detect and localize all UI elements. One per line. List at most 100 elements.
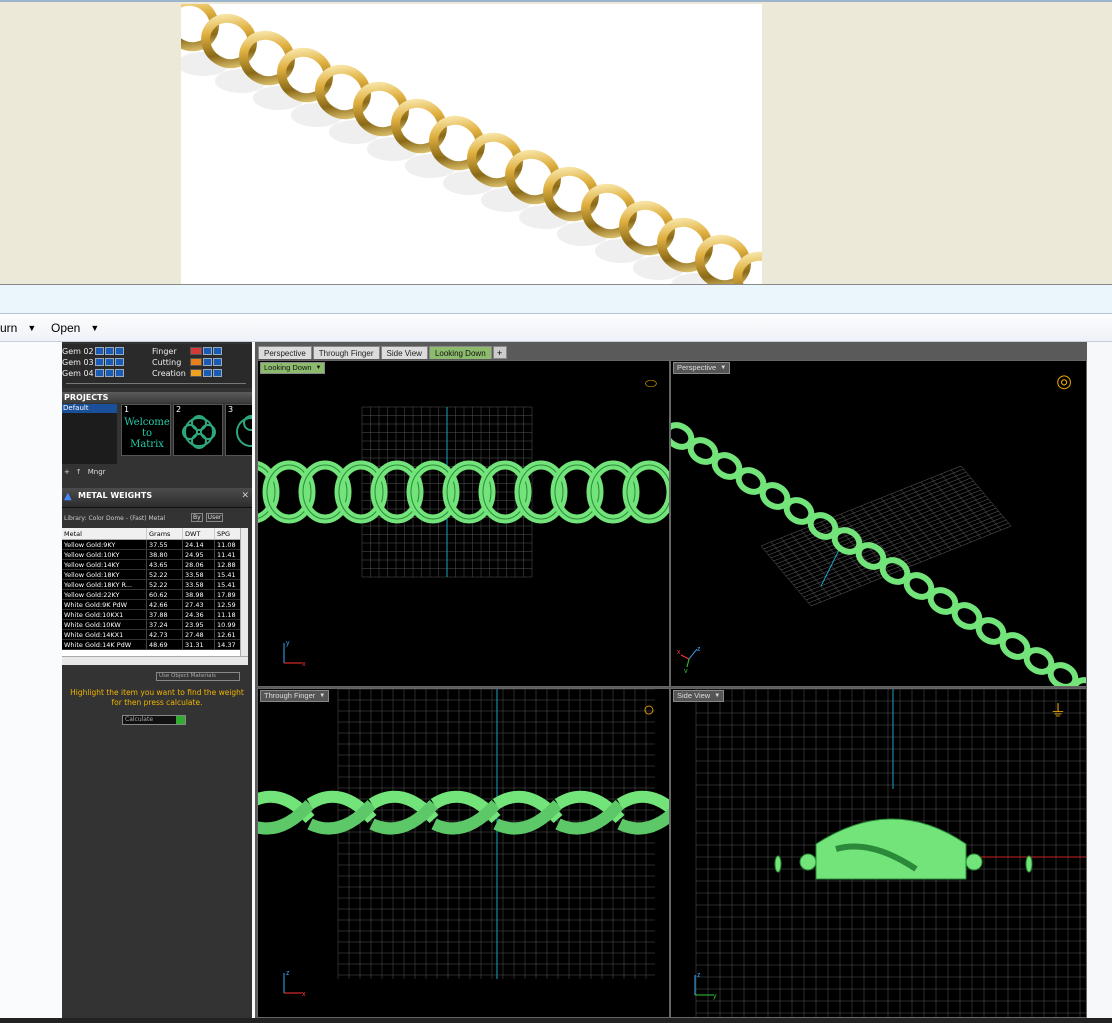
layer-lock-toggle[interactable] [105, 369, 114, 377]
right-margin [1087, 342, 1112, 1018]
viewport-label[interactable]: Perspective ▼ [673, 362, 731, 374]
layer-select-toggle[interactable] [213, 358, 222, 366]
layer-select-toggle[interactable] [115, 369, 124, 377]
project-thumbnail[interactable]: 3 [225, 404, 252, 456]
table-vertical-scrollbar[interactable] [240, 528, 248, 656]
table-cell: White Gold:9K PdW [64, 601, 128, 609]
project-thumbnail[interactable]: 1 Welcome to Matrix [121, 404, 171, 456]
layer-color-swatch[interactable] [190, 347, 202, 355]
add-tab-icon[interactable]: + [492, 346, 507, 359]
column-header[interactable]: Metal [62, 528, 146, 539]
layer-visibility-toggle[interactable] [95, 369, 104, 377]
layer-lock-toggle[interactable] [203, 369, 212, 377]
table-cell: 37.55 [146, 540, 182, 549]
tab-perspective[interactable]: Perspective [258, 346, 312, 359]
table-row[interactable]: White Gold:14K PdW 48.69 31.31 14.37 [62, 640, 240, 650]
calculate-label: Calculate [125, 716, 154, 723]
table-cell: Yellow Gold:18KY R... [64, 581, 133, 589]
table-cell: 15.41 [214, 570, 240, 579]
table-header: Metal Grams DWT SPG [62, 528, 240, 540]
table-row[interactable]: Yellow Gold:9KY 37.55 24.14 11.08 [62, 540, 240, 550]
layer-select-toggle[interactable] [213, 347, 222, 355]
ring-side-view-icon[interactable]: ⏚ [1050, 697, 1066, 721]
viewport-looking-down[interactable]: Looking Down ▼ ⬭ yx [257, 360, 670, 687]
layer-visibility-toggle[interactable] [95, 358, 104, 366]
table-row[interactable]: Yellow Gold:18KY 52.22 33.58 15.41 [62, 570, 240, 580]
table-row[interactable]: White Gold:14KX1 42.73 27.48 12.61 [62, 630, 240, 640]
viewport-label[interactable]: Through Finger ▼ [260, 690, 330, 702]
ring-front-view-icon[interactable]: ○ [643, 699, 655, 722]
layer-row[interactable]: Gem 02 [62, 346, 124, 356]
layer-row[interactable]: Cutting [152, 357, 222, 367]
table-cell: 52.22 [146, 570, 182, 579]
column-header[interactable]: Grams [146, 528, 182, 539]
axis-indicator: z x y [677, 643, 707, 675]
table-cell: 11.08 [214, 540, 240, 549]
hero-banner [0, 0, 1112, 314]
layer-lock-toggle[interactable] [203, 347, 212, 355]
table-row[interactable]: White Gold:10KX1 37.88 24.36 11.18 [62, 610, 240, 620]
layer-lock-toggle[interactable] [105, 347, 114, 355]
table-cell: Yellow Gold:9KY [64, 541, 116, 549]
layer-name: Gem 03 [62, 357, 94, 367]
layer-color-swatch[interactable] [190, 358, 202, 366]
slider-track [66, 383, 246, 384]
viewport-label-text: Side View [677, 691, 711, 700]
table-row[interactable]: Yellow Gold:18KY R... 52.22 33.58 15.41 [62, 580, 240, 590]
projects-list[interactable]: Default [62, 404, 117, 464]
add-icon[interactable]: + [64, 468, 70, 476]
calculate-button[interactable] [176, 716, 185, 724]
layer-row[interactable]: Gem 04 [62, 368, 124, 378]
chevron-down-icon: ▼ [27, 323, 37, 333]
gold-chain-render-image [181, 4, 762, 314]
table-row[interactable]: White Gold:9K PdW 42.66 27.43 12.59 [62, 600, 240, 610]
layer-select-toggle[interactable] [213, 369, 222, 377]
viewport-area: Perspective Through Finger Side View Loo… [255, 342, 1087, 1018]
viewport-label[interactable]: Side View ▼ [673, 690, 725, 702]
tab-through-finger[interactable]: Through Finger [312, 346, 380, 359]
layer-row[interactable]: Creation [152, 368, 222, 378]
column-header[interactable]: DWT [182, 528, 214, 539]
viewport-perspective[interactable]: Perspective ▼ ◎ z x y [670, 360, 1087, 687]
menu-open[interactable]: Open ▼ [51, 321, 99, 335]
layer-select-toggle[interactable] [115, 347, 124, 355]
project-item-default[interactable]: Default [62, 404, 117, 413]
library-label: Library: Color Dome - (Fast) Metal [64, 515, 166, 522]
ring-perspective-icon[interactable]: ◎ [1056, 371, 1072, 392]
table-row[interactable]: Yellow Gold:22KY 60.62 38.98 17.89 [62, 590, 240, 600]
table-cell: Yellow Gold:14KY [64, 561, 120, 569]
table-horizontal-scrollbar[interactable] [62, 656, 248, 665]
layer-row[interactable]: Finger [152, 346, 222, 356]
projects-manager-button[interactable]: Mngr [88, 468, 106, 476]
table-cell: Yellow Gold:18KY [64, 571, 120, 579]
table-row[interactable]: White Gold:10KW 37.24 23.95 10.99 [62, 620, 240, 630]
viewport-side-view[interactable]: Side View ▼ ⏚ zy [670, 688, 1087, 1018]
layer-color-swatch[interactable] [190, 369, 202, 377]
tab-side-view[interactable]: Side View [380, 346, 428, 359]
table-row[interactable]: Yellow Gold:14KY 43.65 28.06 12.88 [62, 560, 240, 570]
user-button[interactable]: User [205, 513, 224, 522]
chevron-down-icon: ▼ [319, 693, 326, 699]
calculate-field[interactable]: Calculate [122, 715, 186, 725]
layer-visibility-toggle[interactable] [95, 347, 104, 355]
menu-return[interactable]: urn ▼ [0, 321, 36, 335]
table-cell: White Gold:14K PdW [64, 641, 132, 649]
table-row[interactable]: Yellow Gold:10KY 38.80 24.95 11.41 [62, 550, 240, 560]
tab-looking-down[interactable]: Looking Down [428, 346, 492, 359]
layer-lock-toggle[interactable] [203, 358, 212, 366]
layer-lock-toggle[interactable] [105, 358, 114, 366]
project-thumbnail[interactable]: 2 [173, 404, 223, 456]
viewport-through-finger[interactable]: Through Finger ▼ ○ zx [257, 688, 670, 1018]
sort-by-button[interactable]: By [191, 513, 203, 522]
up-arrow-icon[interactable]: ↑ [76, 468, 82, 476]
celtic-knot-icon [236, 415, 252, 447]
ring-top-view-icon[interactable]: ⬭ [645, 375, 657, 392]
use-object-materials-checkbox[interactable]: Use Object Materials [156, 672, 240, 681]
viewport-label[interactable]: Looking Down ▼ [260, 362, 326, 374]
layer-select-toggle[interactable] [115, 358, 124, 366]
close-icon[interactable]: ✕ [241, 491, 249, 501]
column-header[interactable]: SPG [214, 528, 240, 539]
layer-row[interactable]: Gem 03 [62, 357, 124, 367]
thumbnail-number: 1 [124, 405, 130, 414]
hero-reflection-strip [0, 284, 1112, 314]
